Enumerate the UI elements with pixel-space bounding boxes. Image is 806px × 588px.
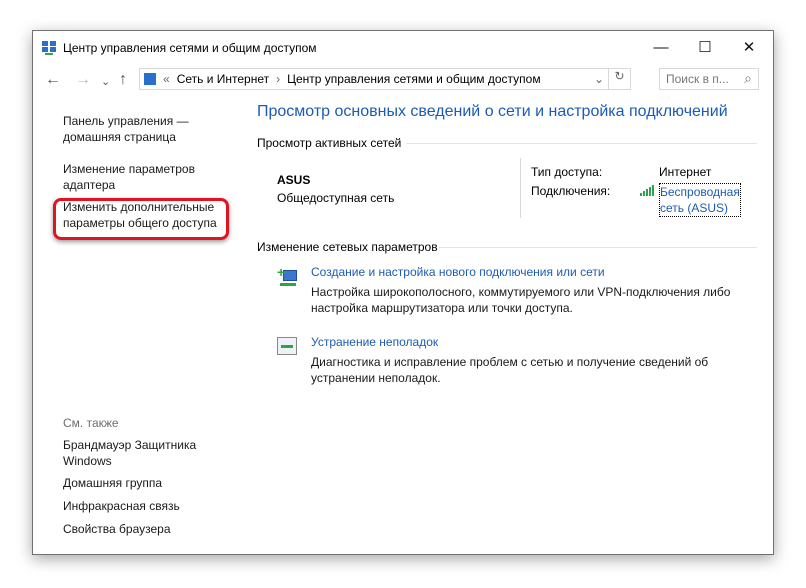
maximize-button[interactable]: ☐ [683,33,727,63]
sidebar-adapter-settings[interactable]: Изменение параметров адаптера [63,161,213,193]
new-connection-description: Настройка широкополосного, коммутируемог… [311,285,731,315]
divider [407,143,757,144]
network-center-icon [42,41,56,55]
page-title: Просмотр основных сведений о сети и наст… [257,103,728,120]
see-also-firewall[interactable]: Брандмауэр Защитника Windows [63,437,213,469]
window: Центр управления сетями и общим доступом… [32,30,774,555]
troubleshoot-link[interactable]: Устранение неполадок [311,335,438,349]
see-also-label: См. также [63,416,119,430]
search-input[interactable]: Поиск в п... ⌕ [659,68,759,90]
sidebar-home-link[interactable]: Панель управления — домашняя страница [63,113,213,145]
address-bar[interactable]: « Сеть и Интернет › Центр управления сет… [139,68,631,90]
access-type-value: Интернет [659,165,712,179]
divider [439,247,757,248]
see-also-browser-properties[interactable]: Свойства браузера [63,521,171,537]
close-button[interactable]: ✕ [727,33,771,63]
network-type[interactable]: Общедоступная сеть [277,191,394,205]
network-icon [144,73,156,85]
minimize-button[interactable]: — [639,33,683,63]
troubleshoot-icon [277,337,297,355]
crumb-network-internet[interactable]: Сеть и Интернет [177,72,269,86]
see-also-infrared[interactable]: Инфракрасная связь [63,498,180,514]
address-dropdown[interactable]: ⌄ [594,72,604,86]
refresh-button[interactable]: ↻ [608,69,630,89]
sidebar-advanced-sharing[interactable]: Изменить дополнительные параметры общего… [63,199,233,231]
active-networks-header: Просмотр активных сетей [257,136,402,150]
back-button[interactable]: ← [45,71,61,89]
access-type-label: Тип доступа: [531,165,603,179]
connections-label: Подключения: [531,184,611,198]
new-connection-link[interactable]: Создание и настройка нового подключения … [311,265,605,279]
wireless-connection-link[interactable]: Беспроводная сеть (ASUS) [659,183,741,217]
recent-locations-button[interactable]: ⌄ [101,75,110,88]
new-connection-icon: + [277,265,299,287]
search-icon: ⌕ [744,70,752,86]
forward-button[interactable]: → [75,71,91,89]
troubleshoot-description: Диагностика и исправление проблем с сеть… [311,355,709,385]
crumb-separator: › [276,72,281,86]
network-name: ASUS [277,173,311,187]
see-also-homegroup[interactable]: Домашняя группа [63,475,162,491]
search-placeholder: Поиск в п... [666,72,729,86]
change-settings-header: Изменение сетевых параметров [257,240,438,254]
window-title: Центр управления сетями и общим доступом [63,41,317,55]
address-overflow[interactable]: « [163,72,170,86]
crumb-network-center[interactable]: Центр управления сетями и общим доступом [287,72,541,86]
divider [520,158,521,218]
wifi-signal-icon [640,184,656,196]
up-button[interactable]: ↑ [119,71,127,89]
